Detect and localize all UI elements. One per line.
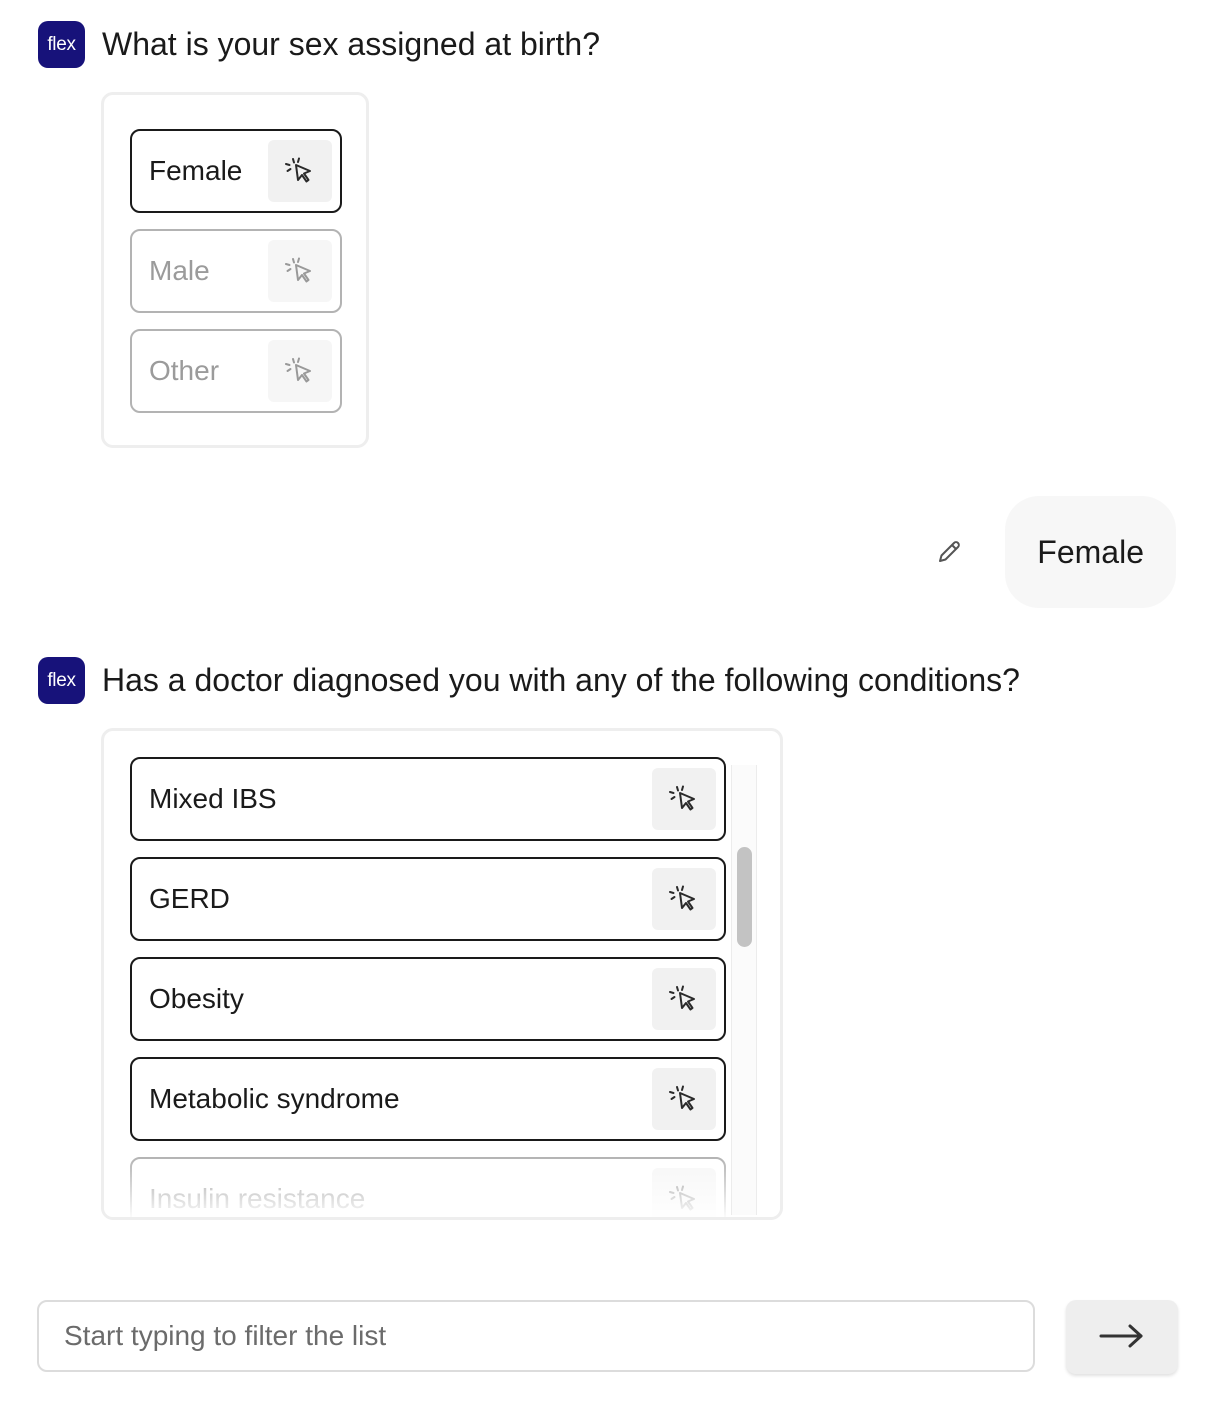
sex-options-card: Female Male Other <box>101 92 369 448</box>
question-text: Has a doctor diagnosed you with any of t… <box>102 662 1020 698</box>
option-label: Insulin resistance <box>149 1183 366 1214</box>
option-label: Other <box>149 355 220 386</box>
pointer-click-icon[interactable] <box>652 968 716 1030</box>
option-male[interactable]: Male <box>130 229 342 313</box>
pencil-icon[interactable] <box>929 532 969 572</box>
option-gerd[interactable]: GERD <box>130 857 726 941</box>
flex-avatar: flex <box>38 21 85 68</box>
option-label: Mixed IBS <box>149 783 277 814</box>
flex-avatar: flex <box>38 657 85 704</box>
bot-message-sex: flex What is your sex assigned at birth? <box>38 21 600 68</box>
option-label: Metabolic syndrome <box>149 1083 400 1114</box>
option-label: GERD <box>149 883 230 914</box>
conditions-options-card: Mixed IBS GERD Obesity Metabolic syndrom… <box>101 728 783 1220</box>
bot-message-conditions: flex Has a doctor diagnosed you with any… <box>38 657 1020 704</box>
arrow-right-icon <box>1098 1321 1146 1354</box>
option-metabolic-syndrome[interactable]: Metabolic syndrome <box>130 1057 726 1141</box>
send-button[interactable] <box>1066 1300 1178 1374</box>
pointer-click-icon[interactable] <box>652 868 716 930</box>
option-obesity[interactable]: Obesity <box>130 957 726 1041</box>
conditions-list[interactable]: Mixed IBS GERD Obesity Metabolic syndrom… <box>104 731 780 1217</box>
option-label: Obesity <box>149 983 244 1014</box>
pointer-click-icon[interactable] <box>652 1168 716 1217</box>
pointer-click-icon[interactable] <box>652 768 716 830</box>
pointer-click-icon[interactable] <box>268 240 332 302</box>
filter-input[interactable] <box>37 1300 1035 1372</box>
pointer-click-icon[interactable] <box>268 340 332 402</box>
question-text: What is your sex assigned at birth? <box>102 26 601 62</box>
user-message: Female <box>929 496 1176 608</box>
option-other[interactable]: Other <box>130 329 342 413</box>
option-insulin-resistance[interactable]: Insulin resistance <box>130 1157 726 1217</box>
option-label: Female <box>149 155 243 186</box>
option-mixed-ibs[interactable]: Mixed IBS <box>130 757 726 841</box>
answer-bubble: Female <box>1005 496 1176 608</box>
option-label: Male <box>149 255 210 286</box>
scrollbar-track[interactable] <box>731 765 757 1215</box>
option-female[interactable]: Female <box>130 129 342 213</box>
scrollbar-thumb[interactable] <box>737 847 752 947</box>
pointer-click-icon[interactable] <box>268 140 332 202</box>
pointer-click-icon[interactable] <box>652 1068 716 1130</box>
